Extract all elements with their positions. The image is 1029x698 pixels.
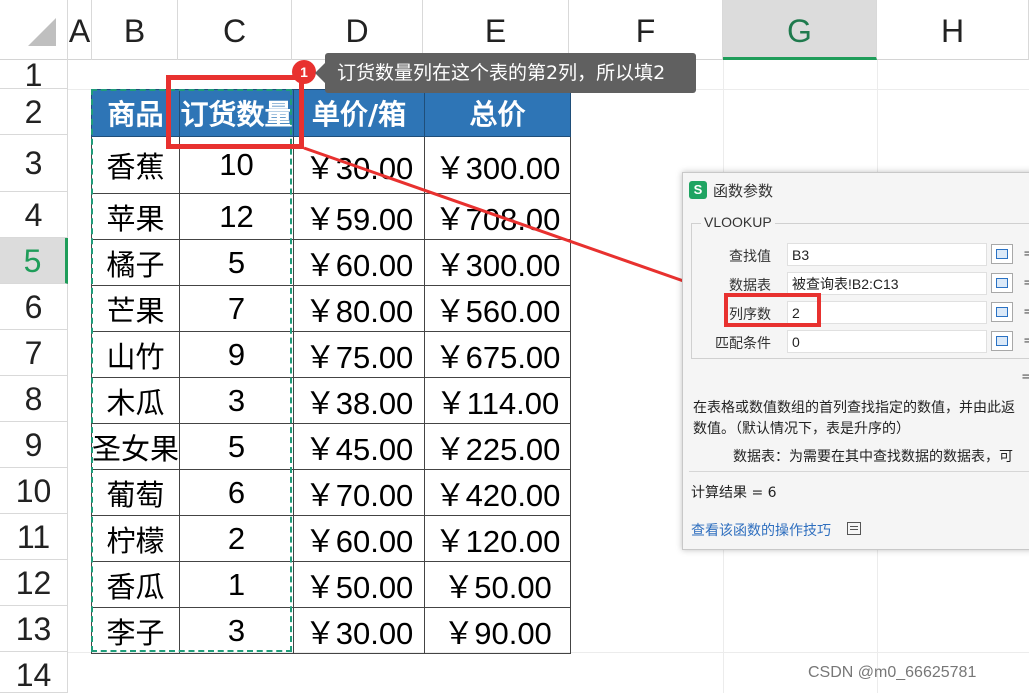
arg-label-match-type: 匹配条件 (715, 336, 771, 352)
match-type-input[interactable]: 0 (787, 330, 987, 353)
tooltip-callout: 订货数量列在这个表的第2列，所以填2 (325, 53, 696, 93)
range-select-icon[interactable] (991, 244, 1013, 264)
col-index-highlight-box (724, 293, 821, 327)
function-arguments-dialog: S 函数参数 VLOOKUP 查找值 B3 = 数据表 被查询表!B2:C13 … (682, 172, 1029, 550)
parameter-description: 数据表：为需要在其中查找数据的数据表，可 (733, 449, 1013, 465)
range-select-icon[interactable] (991, 302, 1013, 322)
calculation-result: 计算结果 = 6 (691, 485, 777, 501)
wps-spreadsheet-icon: S (689, 181, 707, 199)
arg-eq: = (1023, 333, 1029, 349)
arg-label-lookup-value: 查找值 (729, 249, 771, 265)
table-array-input[interactable]: 被查询表!B2:C13 (787, 272, 987, 295)
lookup-value-input[interactable]: B3 (787, 243, 987, 266)
video-tips-icon[interactable] (847, 522, 861, 535)
function-description: 在表格或数值数组的首列查找指定的数值，并由此返 (693, 400, 1015, 416)
arg-label-table-array: 数据表 (729, 278, 771, 294)
arg-eq: = (1023, 304, 1029, 320)
arg-eq: = (1023, 246, 1029, 262)
range-select-icon[interactable] (991, 331, 1013, 351)
arg-eq: = (1023, 275, 1029, 291)
range-select-icon[interactable] (991, 273, 1013, 293)
divider (689, 471, 1029, 472)
formula-result-eq: = (1021, 369, 1029, 385)
function-name-label: VLOOKUP (701, 214, 775, 230)
function-description-cont: 数值。（默认情况下，表是升序的） (693, 421, 910, 437)
step-badge: 1 (292, 60, 316, 84)
watermark: CSDN @m0_66625781 (808, 664, 977, 681)
function-tips-link[interactable]: 查看该函数的操作技巧 (691, 520, 831, 540)
dialog-title: 函数参数 (713, 182, 774, 200)
tooltip-pointer (315, 63, 325, 83)
